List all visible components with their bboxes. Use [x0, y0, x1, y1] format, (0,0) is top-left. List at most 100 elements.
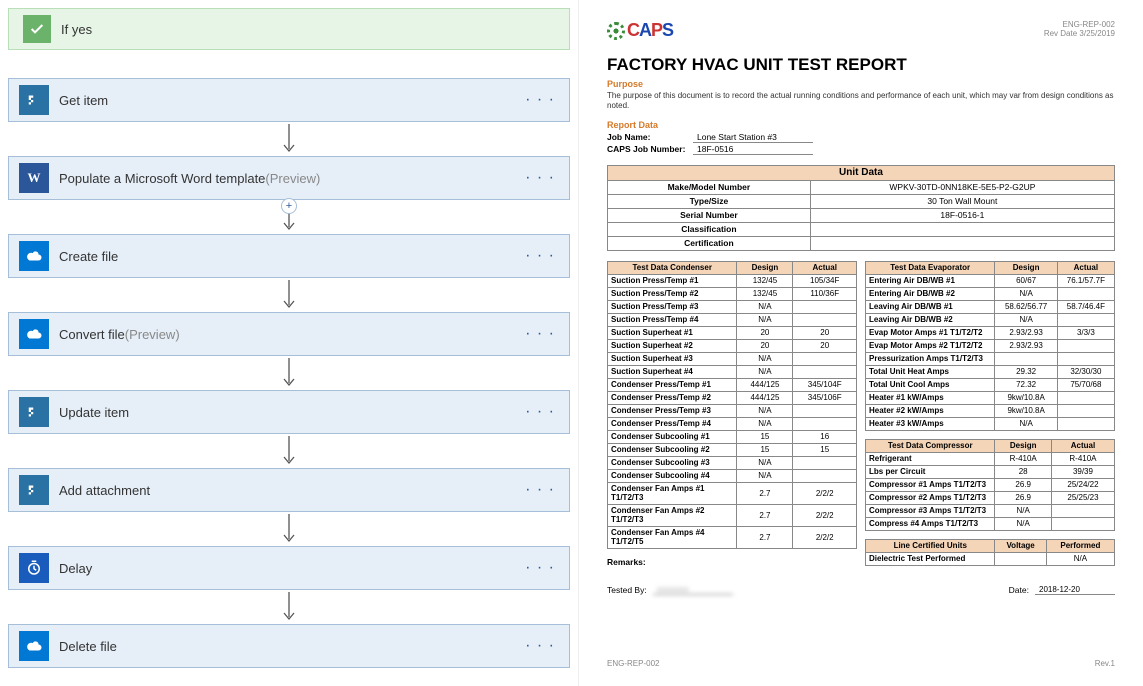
unit-row-label: Classification: [608, 222, 811, 236]
table-row: Suction Press/Temp #1132/45105/34F: [608, 274, 857, 287]
table-row: Leaving Air DB/WB #158.62/56.7758.7/46.4…: [866, 300, 1115, 313]
flow-step-card[interactable]: Get item · · ·: [8, 78, 570, 122]
table-row: Condenser Subcooling #4N/A: [608, 469, 857, 482]
sp-icon: [19, 85, 49, 115]
step-menu-button[interactable]: · · ·: [521, 247, 559, 265]
report-data-heading: Report Data: [607, 120, 1115, 130]
table-row: Compressor #3 Amps T1/T2/T3N/A: [866, 504, 1115, 517]
remarks-label: Remarks:: [607, 557, 857, 567]
logo-icon: [607, 22, 625, 40]
step-title: Update item: [59, 405, 511, 420]
flow-step-card[interactable]: Convert file(Preview)· · ·: [8, 312, 570, 356]
flow-step-card[interactable]: Delete file· · ·: [8, 624, 570, 668]
step-menu-button[interactable]: · · ·: [521, 169, 559, 187]
table-title: Line Certified Units: [866, 539, 995, 552]
doc-rev-date: Rev Date 3/25/2019: [1044, 29, 1115, 38]
step-menu-button[interactable]: · · ·: [521, 325, 559, 343]
unit-row-value: 18F-0516-1: [810, 208, 1114, 222]
flow-arrow[interactable]: [8, 356, 570, 390]
table-title: Test Data Condenser: [608, 261, 737, 274]
col-actual: Actual: [1057, 261, 1114, 274]
flow-step-card[interactable]: Add attachment· · ·: [8, 468, 570, 512]
col-performed: Performed: [1046, 539, 1114, 552]
table-row: Entering Air DB/WB #2N/A: [866, 287, 1115, 300]
unit-row-label: Type/Size: [608, 194, 811, 208]
table-row: Dielectric Test PerformedN/A: [866, 552, 1115, 565]
table-row: Suction Press/Temp #2132/45110/36F: [608, 287, 857, 300]
logo-letter: C: [627, 20, 639, 40]
report-row-value: 18F-0516: [693, 144, 813, 155]
flow-arrow[interactable]: [8, 122, 570, 156]
unit-row-label: Make/Model Number: [608, 180, 811, 194]
flow-step-card[interactable]: Update item · · ·: [8, 390, 570, 434]
table-row: Pressurization Amps T1/T2/T3: [866, 352, 1115, 365]
word-icon: W: [19, 163, 49, 193]
date-label: Date:: [1009, 585, 1029, 595]
tested-by-value: xxxxxxxx: [653, 585, 733, 595]
table-row: Suction Superheat #4N/A: [608, 365, 857, 378]
step-title: Populate a Microsoft Word template(Previ…: [59, 171, 511, 186]
step-menu-button[interactable]: · · ·: [521, 403, 559, 421]
footer-rev: Rev.1: [1095, 659, 1115, 668]
add-step-button[interactable]: +: [281, 198, 297, 214]
step-menu-button[interactable]: · · ·: [521, 637, 559, 655]
table-row: Lbs per Circuit2839/39: [866, 465, 1115, 478]
flow-arrow[interactable]: [8, 278, 570, 312]
report-row-label: Job Name:: [607, 132, 693, 143]
step-menu-button[interactable]: · · ·: [521, 559, 559, 577]
table-row: RefrigerantR-410AR-410A: [866, 452, 1115, 465]
table-row: Condenser Subcooling #11516: [608, 430, 857, 443]
unit-row-value: [810, 222, 1114, 236]
table-row: Suction Superheat #22020: [608, 339, 857, 352]
table-row: Condenser Press/Temp #1444/125345/104F: [608, 378, 857, 391]
logo-letter: P: [651, 20, 662, 40]
col-actual: Actual: [793, 261, 857, 274]
od-icon: [19, 631, 49, 661]
od-icon: [19, 319, 49, 349]
flow-step-card[interactable]: W Populate a Microsoft Word template(Prev…: [8, 156, 570, 200]
table-row: Condenser Fan Amps #1 T1/T2/T32.72/2/2: [608, 482, 857, 504]
condition-header[interactable]: If yes: [8, 8, 570, 50]
step-menu-button[interactable]: · · ·: [521, 481, 559, 499]
step-title: Get item: [59, 93, 511, 108]
report-row-value: Lone Start Station #3: [693, 132, 813, 143]
purpose-heading: Purpose: [607, 79, 1115, 89]
delay-icon: [19, 553, 49, 583]
step-menu-button[interactable]: · · ·: [521, 91, 559, 109]
unit-data-header: Unit Data: [608, 165, 1115, 180]
table-row: Heater #1 kW/Amps9kw/10.8A: [866, 391, 1115, 404]
col-voltage: Voltage: [995, 539, 1046, 552]
flow-step-card[interactable]: Create file· · ·: [8, 234, 570, 278]
table-row: Total Unit Cool Amps72.3275/70/68: [866, 378, 1115, 391]
table-row: Suction Press/Temp #4N/A: [608, 313, 857, 326]
table-row: Condenser Press/Temp #3N/A: [608, 404, 857, 417]
purpose-text: The purpose of this document is to recor…: [607, 91, 1115, 112]
col-design: Design: [995, 439, 1051, 452]
unit-row-value: 30 Ton Wall Mount: [810, 194, 1114, 208]
condenser-table: Test Data Condenser Design Actual Suctio…: [607, 261, 857, 549]
condition-label: If yes: [61, 22, 92, 37]
flow-arrow[interactable]: [8, 434, 570, 468]
table-title: Test Data Compressor: [866, 439, 995, 452]
report-document: CAPS ENG-REP-002 Rev Date 3/25/2019 FACT…: [578, 0, 1143, 686]
flow-arrow[interactable]: +: [8, 200, 570, 234]
sp-icon: [19, 397, 49, 427]
report-title: FACTORY HVAC UNIT TEST REPORT: [607, 55, 1115, 75]
table-row: Evap Motor Amps #2 T1/T2/T22.93/2.93: [866, 339, 1115, 352]
report-row-label: CAPS Job Number:: [607, 144, 693, 155]
evaporator-table: Test Data Evaporator Design Actual Enter…: [865, 261, 1115, 431]
table-row: Suction Press/Temp #3N/A: [608, 300, 857, 313]
flow-arrow[interactable]: [8, 512, 570, 546]
table-row: Condenser Fan Amps #2 T1/T2/T32.72/2/2: [608, 504, 857, 526]
table-title: Test Data Evaporator: [866, 261, 995, 274]
flow-arrow[interactable]: [8, 590, 570, 624]
table-row: Suction Superheat #3N/A: [608, 352, 857, 365]
logo-letter: S: [662, 20, 673, 40]
table-row: Condenser Subcooling #21515: [608, 443, 857, 456]
compressor-table: Test Data Compressor Design Actual Refri…: [865, 439, 1115, 531]
table-row: Condenser Subcooling #3N/A: [608, 456, 857, 469]
table-row: Condenser Press/Temp #4N/A: [608, 417, 857, 430]
od-icon: [19, 241, 49, 271]
flow-step-card[interactable]: Delay· · ·: [8, 546, 570, 590]
date-value: 2018-12-20: [1035, 585, 1115, 595]
